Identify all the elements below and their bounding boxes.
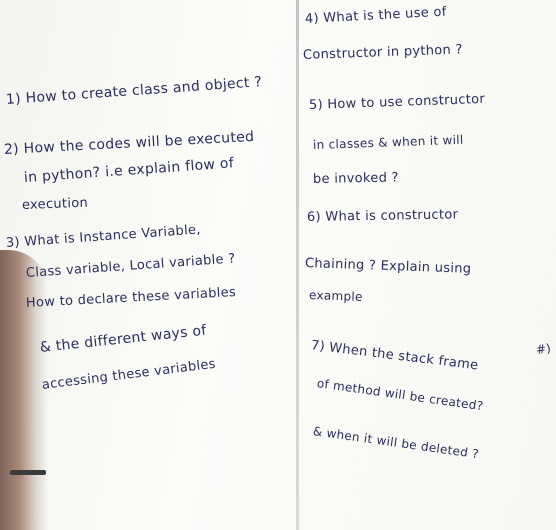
question-3-line-1: 3) What is Instance Variable, <box>5 222 202 251</box>
question-3-line-4: & the different ways of <box>39 322 208 356</box>
question-3-line-3: How to declare these variables <box>25 285 237 311</box>
question-3-line-2: Class variable, Local variable ? <box>25 251 236 281</box>
question-1-line: 1) How to create class and object ? <box>5 74 263 108</box>
question-3-line-5: accessing these variables <box>41 356 217 393</box>
question-2-line-1: 2) How the codes will be executed <box>3 128 255 158</box>
question-5-line-2: in classes & when it will <box>312 132 464 152</box>
left-question-column: 1) How to create class and object ? 2) H… <box>0 0 296 530</box>
question-4-line-1: 4) What is the use of <box>304 4 447 27</box>
question-6-line-3: example <box>308 288 363 304</box>
question-7-line-1: 7) When the stack frame <box>310 338 480 374</box>
question-7-line-3: & when it will be deleted ? <box>312 424 480 462</box>
question-2-line-3: execution <box>21 195 89 213</box>
question-6-line-2: Chaining ? Explain using <box>304 256 472 277</box>
margin-mark: #) <box>535 341 552 357</box>
whiteboard: 1) How to create class and object ? 2) H… <box>0 0 556 530</box>
question-7-line-2: of method will be created? <box>316 376 485 414</box>
right-question-column: 4) What is the use of Constructor in pyt… <box>299 0 556 530</box>
question-4-line-2: Constructor in python ? <box>302 42 463 63</box>
question-6-line-1: 6) What is constructor <box>306 207 459 225</box>
question-5-line-1: 5) How to use constructor <box>308 91 486 113</box>
question-5-line-3: be invoked ? <box>312 170 399 187</box>
question-2-line-2: in python? i.e explain flow of <box>23 155 235 186</box>
